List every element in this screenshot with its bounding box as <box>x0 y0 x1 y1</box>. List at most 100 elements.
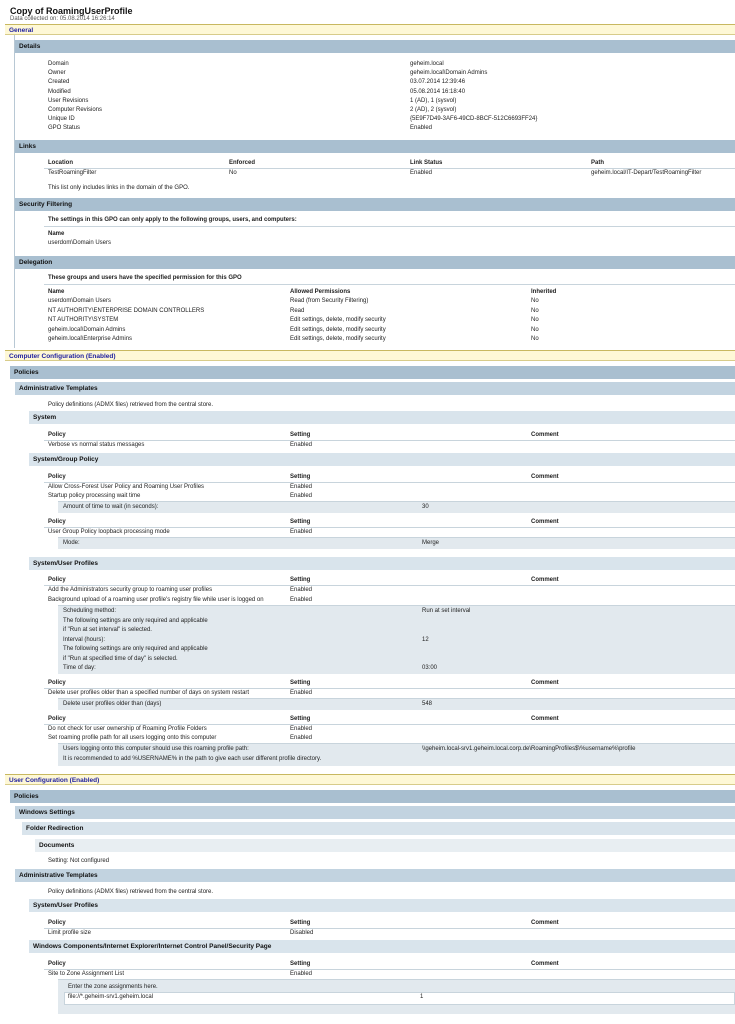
col-policy: Policy <box>48 961 66 967</box>
policy-setting: Enabled <box>290 493 313 499</box>
sub-setting-label: Scheduling method: <box>63 608 117 614</box>
col-comment: Comment <box>531 519 559 525</box>
col-policy: Policy <box>48 577 66 583</box>
detail-key: User Revisions <box>48 97 89 104</box>
section-general[interactable]: General <box>5 24 735 35</box>
policy-name: Delete user profiles older than a specif… <box>48 690 250 696</box>
col-setting: Setting <box>290 577 311 583</box>
section-system-group-policy[interactable]: System/Group Policy <box>29 453 735 466</box>
sub-setting-label: Time of day: <box>63 665 96 671</box>
policy-name: Add the Administrators security group to… <box>48 587 213 593</box>
col-setting: Setting <box>290 920 311 926</box>
delegation-permission: Read (from Security Filtering) <box>290 298 369 304</box>
detail-key: Domain <box>48 61 69 67</box>
report-subtitle: Data collected on: 05.08.2014 16:26:14 <box>10 16 115 22</box>
col-comment: Comment <box>531 432 559 438</box>
policy-setting: Enabled <box>290 529 313 535</box>
col-policy: Policy <box>48 519 66 525</box>
delegation-inherited: No <box>531 336 539 343</box>
section-policies[interactable]: Policies <box>10 366 735 379</box>
policy-setting: Enabled <box>290 484 313 490</box>
delegation-inherited: No <box>531 298 539 304</box>
link-enforced: No <box>229 170 237 176</box>
section-computer-configuration[interactable]: Computer Configuration (Enabled) <box>5 350 735 361</box>
col-setting: Setting <box>290 716 311 722</box>
section-security-filtering[interactable]: Security Filtering <box>15 198 735 211</box>
policy-name: User Group Policy loopback processing mo… <box>48 529 170 535</box>
detail-value: 1 (AD), 1 (sysvol) <box>410 97 457 104</box>
section-administrative-templates[interactable]: Administrative Templates <box>15 869 735 882</box>
delegation-name: NT AUTHORITY\SYSTEM <box>48 317 119 324</box>
section-folder-redirection[interactable]: Folder Redirection <box>22 822 735 835</box>
section-windows-settings[interactable]: Windows Settings <box>15 806 735 819</box>
detail-key: Created <box>48 79 70 86</box>
section-delegation[interactable]: Delegation <box>15 256 735 269</box>
policy-name: Set roaming profile path for all users l… <box>48 735 217 741</box>
delegation-permission: Read <box>290 307 305 314</box>
sub-setting-value: Run at set interval <box>422 608 471 614</box>
admx-note: Policy definitions (ADMX files) retrieve… <box>48 402 214 408</box>
col-comment: Comment <box>531 577 559 583</box>
zone-site: file://*.geheim-srv1.geheim.local <box>68 994 154 1000</box>
col-policy: Policy <box>48 680 66 686</box>
sub-setting-label: Users logging onto this computer should … <box>63 746 249 752</box>
detail-key: Unique ID <box>48 116 75 123</box>
policy-name: Limit profile size <box>48 930 92 936</box>
documents-setting: Setting: Not configured <box>48 858 110 864</box>
sub-setting-value: 30 <box>422 504 429 510</box>
section-system[interactable]: System <box>29 411 735 424</box>
security-intro: The settings in this GPO can only apply … <box>48 217 297 223</box>
policy-setting: Enabled <box>290 735 313 741</box>
delegation-name: geheim.local\Enterprise Admins <box>48 336 133 343</box>
sub-setting-value: 12 <box>422 636 429 643</box>
col-setting: Setting <box>290 680 311 686</box>
delegation-permission: Edit settings, delete, modify security <box>290 326 386 333</box>
col-policy: Policy <box>48 432 66 438</box>
sub-setting-label: Interval (hours): <box>63 636 106 643</box>
sub-setting-label: Delete user profiles older than (days) <box>63 701 162 707</box>
detail-value: geheim.local <box>410 61 444 67</box>
policy-name: Site to Zone Assignment List <box>48 971 125 977</box>
col-name: Name <box>48 231 65 237</box>
sub-setting-label: if "Run at set interval" is selected. <box>63 627 152 633</box>
sub-setting-label: Mode: <box>63 540 80 546</box>
detail-value: 03.07.2014 12:39:46 <box>410 79 466 86</box>
sub-setting-label: It is recommended to add %USERNAME% in t… <box>63 756 322 762</box>
section-policies[interactable]: Policies <box>10 790 735 803</box>
col-name: Name <box>48 289 65 295</box>
policy-name: Verbose vs normal status messages <box>48 442 145 448</box>
col-setting: Setting <box>290 474 311 480</box>
policy-setting: Enabled <box>290 726 313 732</box>
section-ie-security-page[interactable]: Windows Components/Internet Explorer/Int… <box>29 940 735 953</box>
delegation-name: NT AUTHORITY\ENTERPRISE DOMAIN CONTROLLE… <box>48 307 205 314</box>
section-user-configuration[interactable]: User Configuration (Enabled) <box>5 774 735 785</box>
detail-value: 2 (AD), 2 (sysvol) <box>410 107 457 113</box>
col-enforced: Enforced <box>229 160 256 166</box>
detail-key: GPO Status <box>48 125 81 132</box>
col-policy: Policy <box>48 920 66 926</box>
col-path: Path <box>591 160 605 166</box>
link-location[interactable]: TestRoamingFilter <box>48 170 96 177</box>
col-comment: Comment <box>531 920 559 926</box>
section-documents[interactable]: Documents <box>35 839 735 852</box>
section-details[interactable]: Details <box>15 40 735 53</box>
section-system-user-profiles[interactable]: System/User Profiles <box>29 899 735 912</box>
section-system-user-profiles[interactable]: System/User Profiles <box>29 557 735 570</box>
col-location: Location <box>48 160 73 166</box>
section-administrative-templates[interactable]: Administrative Templates <box>15 382 735 395</box>
policy-setting: Enabled <box>290 587 313 593</box>
sub-setting-value: 03:00 <box>422 665 438 671</box>
delegation-permission: Edit settings, delete, modify security <box>290 336 386 343</box>
detail-key: Modified <box>48 88 71 95</box>
zone-intro: Enter the zone assignments here. <box>68 984 158 990</box>
delegation-inherited: No <box>531 326 539 333</box>
links-note: This list only includes links in the dom… <box>48 185 190 191</box>
col-comment: Comment <box>531 716 559 722</box>
policy-setting: Enabled <box>290 597 313 603</box>
sub-setting-label: The following settings are only required… <box>63 617 208 624</box>
policy-setting: Disabled <box>290 930 314 936</box>
detail-value: Enabled <box>410 125 433 132</box>
policy-setting: Enabled <box>290 442 313 448</box>
link-status: Enabled <box>410 170 433 176</box>
section-links[interactable]: Links <box>15 140 735 153</box>
